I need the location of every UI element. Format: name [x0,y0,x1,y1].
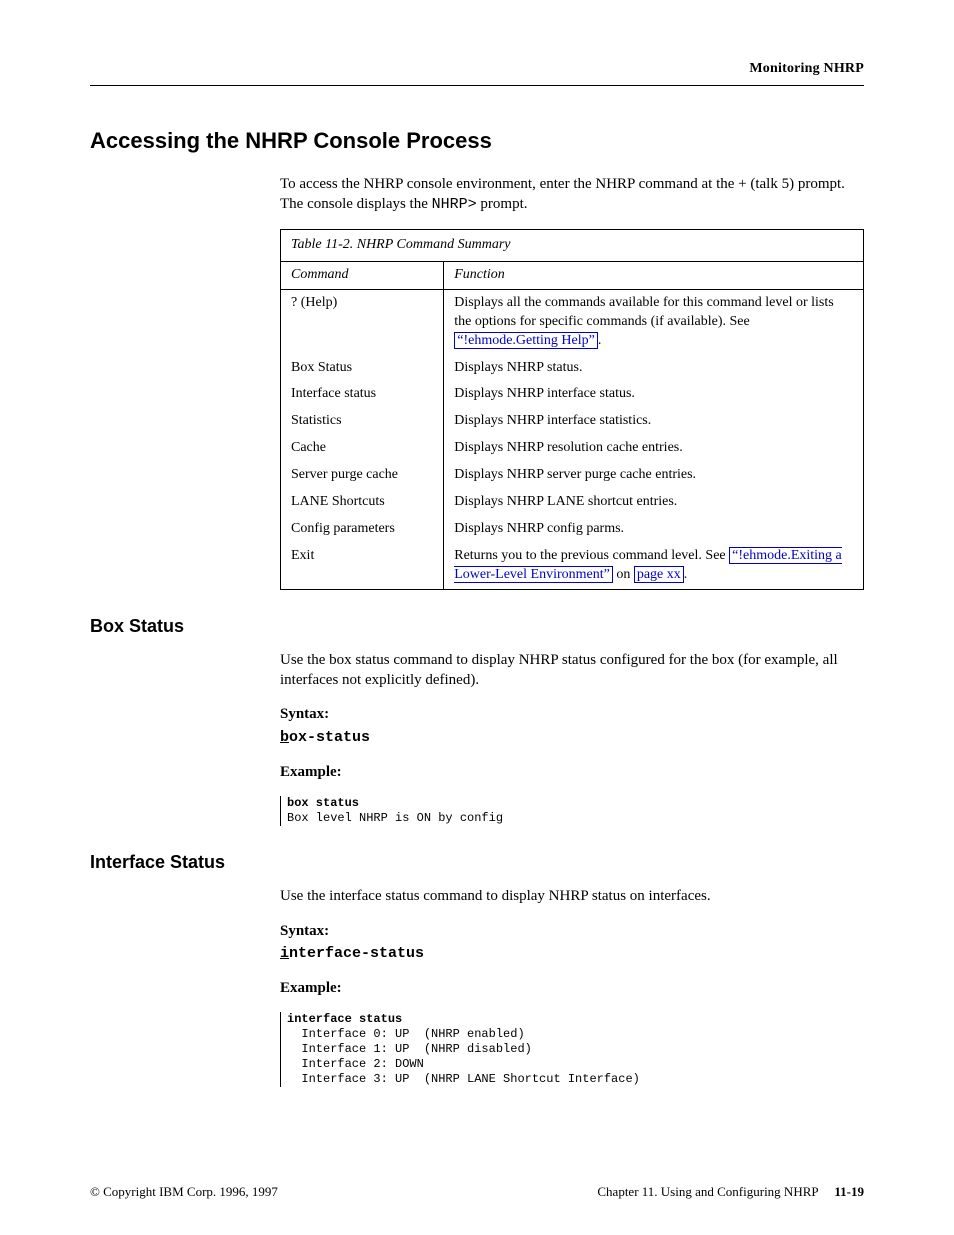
example-label: Example: [280,978,864,998]
table-caption-text: NHRP Command Summary [357,237,511,252]
example-output-line: Interface 0: UP (NHRP enabled) [287,1027,525,1041]
func-cell: Displays NHRP interface status. [444,381,864,408]
xref-page-ref[interactable]: page xx [634,566,684,583]
interface-status-block: Use the interface status command to disp… [280,886,864,1087]
func-cell: Displays NHRP resolution cache entries. [444,435,864,462]
footer: © Copyright IBM Corp. 1996, 1997 Chapter… [90,1183,864,1201]
intro-text-post: prompt. [480,196,527,212]
func-cell: Displays NHRP status. [444,355,864,382]
func-cell: Displays all the commands available for … [444,289,864,354]
cmd-cell: Statistics [281,408,444,435]
func-cell: Displays NHRP config parms. [444,516,864,543]
cmd-cell: Exit [281,543,444,589]
syntax-rest: ox-status [289,729,370,746]
example-output-line: Interface 2: DOWN [287,1057,424,1071]
cmd-cell: Box Status [281,355,444,382]
table-row: Statistics Displays NHRP interface stati… [281,408,864,435]
func-text-pre: Returns you to the previous command leve… [454,548,729,563]
cmd-cell: Cache [281,435,444,462]
table-caption: Table 11-2. NHRP Command Summary [280,229,864,262]
table-row: Box Status Displays NHRP status. [281,355,864,382]
box-status-block: Use the box status command to display NH… [280,650,864,826]
syntax-label: Syntax: [280,921,864,941]
top-rule [90,85,864,86]
footer-page-number: 11-19 [834,1184,864,1199]
col-header-function: Function [444,262,864,289]
table-row: LANE Shortcuts Displays NHRP LANE shortc… [281,489,864,516]
footer-copyright: © Copyright IBM Corp. 1996, 1997 [90,1183,278,1201]
running-head: Monitoring NHRP [90,60,864,79]
table-row: Server purge cache Displays NHRP server … [281,462,864,489]
example-output-line: Interface 1: UP (NHRP disabled) [287,1042,532,1056]
cmd-cell: Interface status [281,381,444,408]
command-summary-table: Table 11-2. NHRP Command Summary Command… [280,229,864,589]
example-cmd: box status [287,796,359,810]
intro-block: To access the NHRP console environment, … [280,174,864,590]
syntax-rest: nterface-status [289,945,424,962]
table-row: ? (Help) Displays all the commands avail… [281,289,864,354]
interface-status-example: interface status Interface 0: UP (NHRP e… [280,1012,864,1087]
example-cmd: interface status [287,1012,402,1026]
syntax-key: b [280,729,289,746]
example-output: Box level NHRP is ON by config [287,811,503,825]
intro-text-pre: To access the NHRP console environment, … [280,176,845,212]
func-cell: Displays NHRP LANE shortcut entries. [444,489,864,516]
syntax-line: interface-status [280,943,864,964]
page: Monitoring NHRP Accessing the NHRP Conso… [0,0,954,1235]
syntax-key: i [280,945,289,962]
func-cell: Displays NHRP server purge cache entries… [444,462,864,489]
example-output-line: Interface 3: UP (NHRP LANE Shortcut Inte… [287,1072,640,1086]
xref-getting-help[interactable]: “!ehmode.Getting Help” [454,332,598,349]
cmd-cell: Server purge cache [281,462,444,489]
cmd-cell: ? (Help) [281,289,444,354]
table-row: Config parameters Displays NHRP config p… [281,516,864,543]
cmd-cell: Config parameters [281,516,444,543]
section-heading-interface-status: Interface Status [90,850,864,874]
section-heading-access: Accessing the NHRP Console Process [90,126,864,156]
table-row: Cache Displays NHRP resolution cache ent… [281,435,864,462]
intro-paragraph: To access the NHRP console environment, … [280,174,864,216]
table-row: Exit Returns you to the previous command… [281,543,864,589]
table-row: Interface status Displays NHRP interface… [281,381,864,408]
section-heading-box-status: Box Status [90,614,864,638]
func-text-post: . [684,567,688,582]
func-cell: Displays NHRP interface statistics. [444,408,864,435]
footer-chapter: Chapter 11. Using and Configuring NHRP [597,1184,818,1199]
cmd-cell: LANE Shortcuts [281,489,444,516]
box-status-example: box status Box level NHRP is ON by confi… [280,796,864,826]
interface-status-desc: Use the interface status command to disp… [280,886,864,906]
table-caption-label: Table 11-2. [291,237,353,252]
syntax-line: box-status [280,727,864,748]
col-header-command: Command [281,262,444,289]
console-prompt: NHRP> [432,196,477,213]
func-text-post: . [598,333,602,348]
example-label: Example: [280,762,864,782]
func-cell: Returns you to the previous command leve… [444,543,864,589]
syntax-label: Syntax: [280,704,864,724]
box-status-desc: Use the box status command to display NH… [280,650,864,691]
func-text-pre: Displays all the commands available for … [454,295,833,329]
